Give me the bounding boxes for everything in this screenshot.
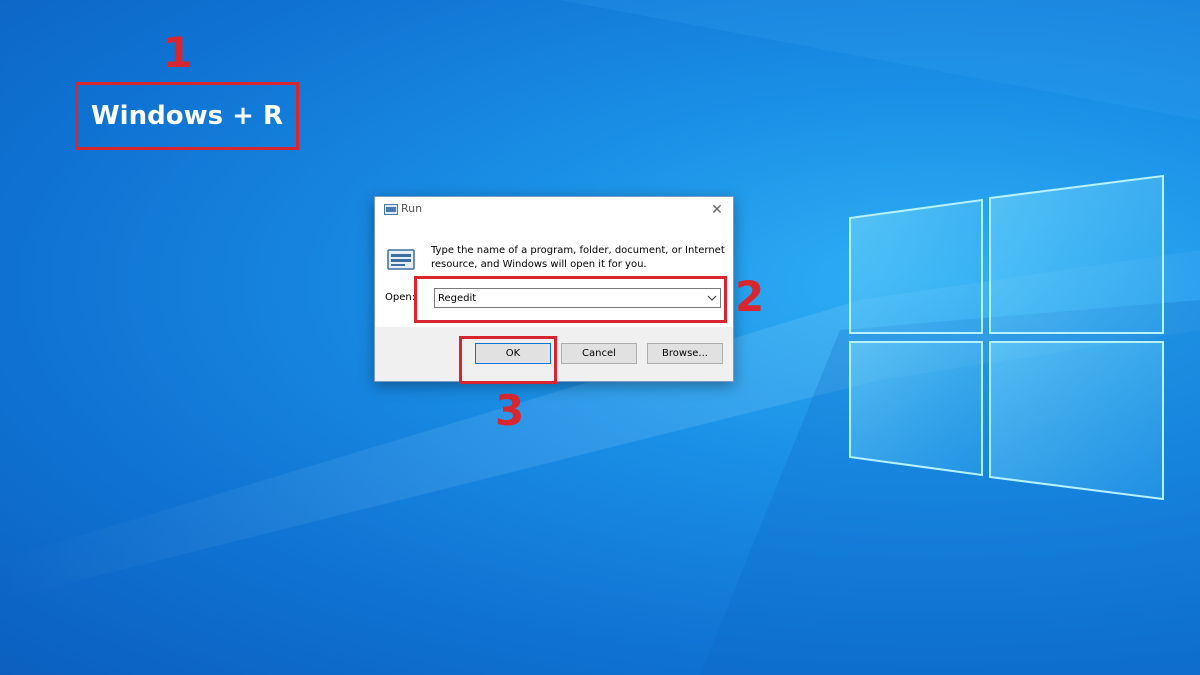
dialog-description: Type the name of a program, folder, docu…: [431, 245, 725, 270]
run-icon: [384, 204, 398, 215]
step-3-highlight: [459, 336, 557, 384]
step-2-highlight: [414, 276, 727, 323]
step-3-number: 3: [495, 386, 525, 435]
close-icon: ✕: [711, 202, 723, 218]
run-icon: [387, 249, 415, 270]
browse-button[interactable]: Browse...: [647, 343, 723, 364]
step-1-number: 1: [163, 28, 193, 77]
open-label: Open:: [385, 292, 416, 303]
dialog-titlebar[interactable]: Run ✕: [375, 197, 733, 223]
close-button[interactable]: ✕: [705, 199, 729, 221]
desktop-background: 1 Windows + R Run ✕ Type the name of a p…: [0, 0, 1200, 675]
dialog-title: Run: [401, 202, 423, 215]
cancel-button[interactable]: Cancel: [561, 343, 637, 364]
shortcut-label: Windows + R: [75, 82, 299, 150]
step-2-number: 2: [735, 272, 765, 321]
